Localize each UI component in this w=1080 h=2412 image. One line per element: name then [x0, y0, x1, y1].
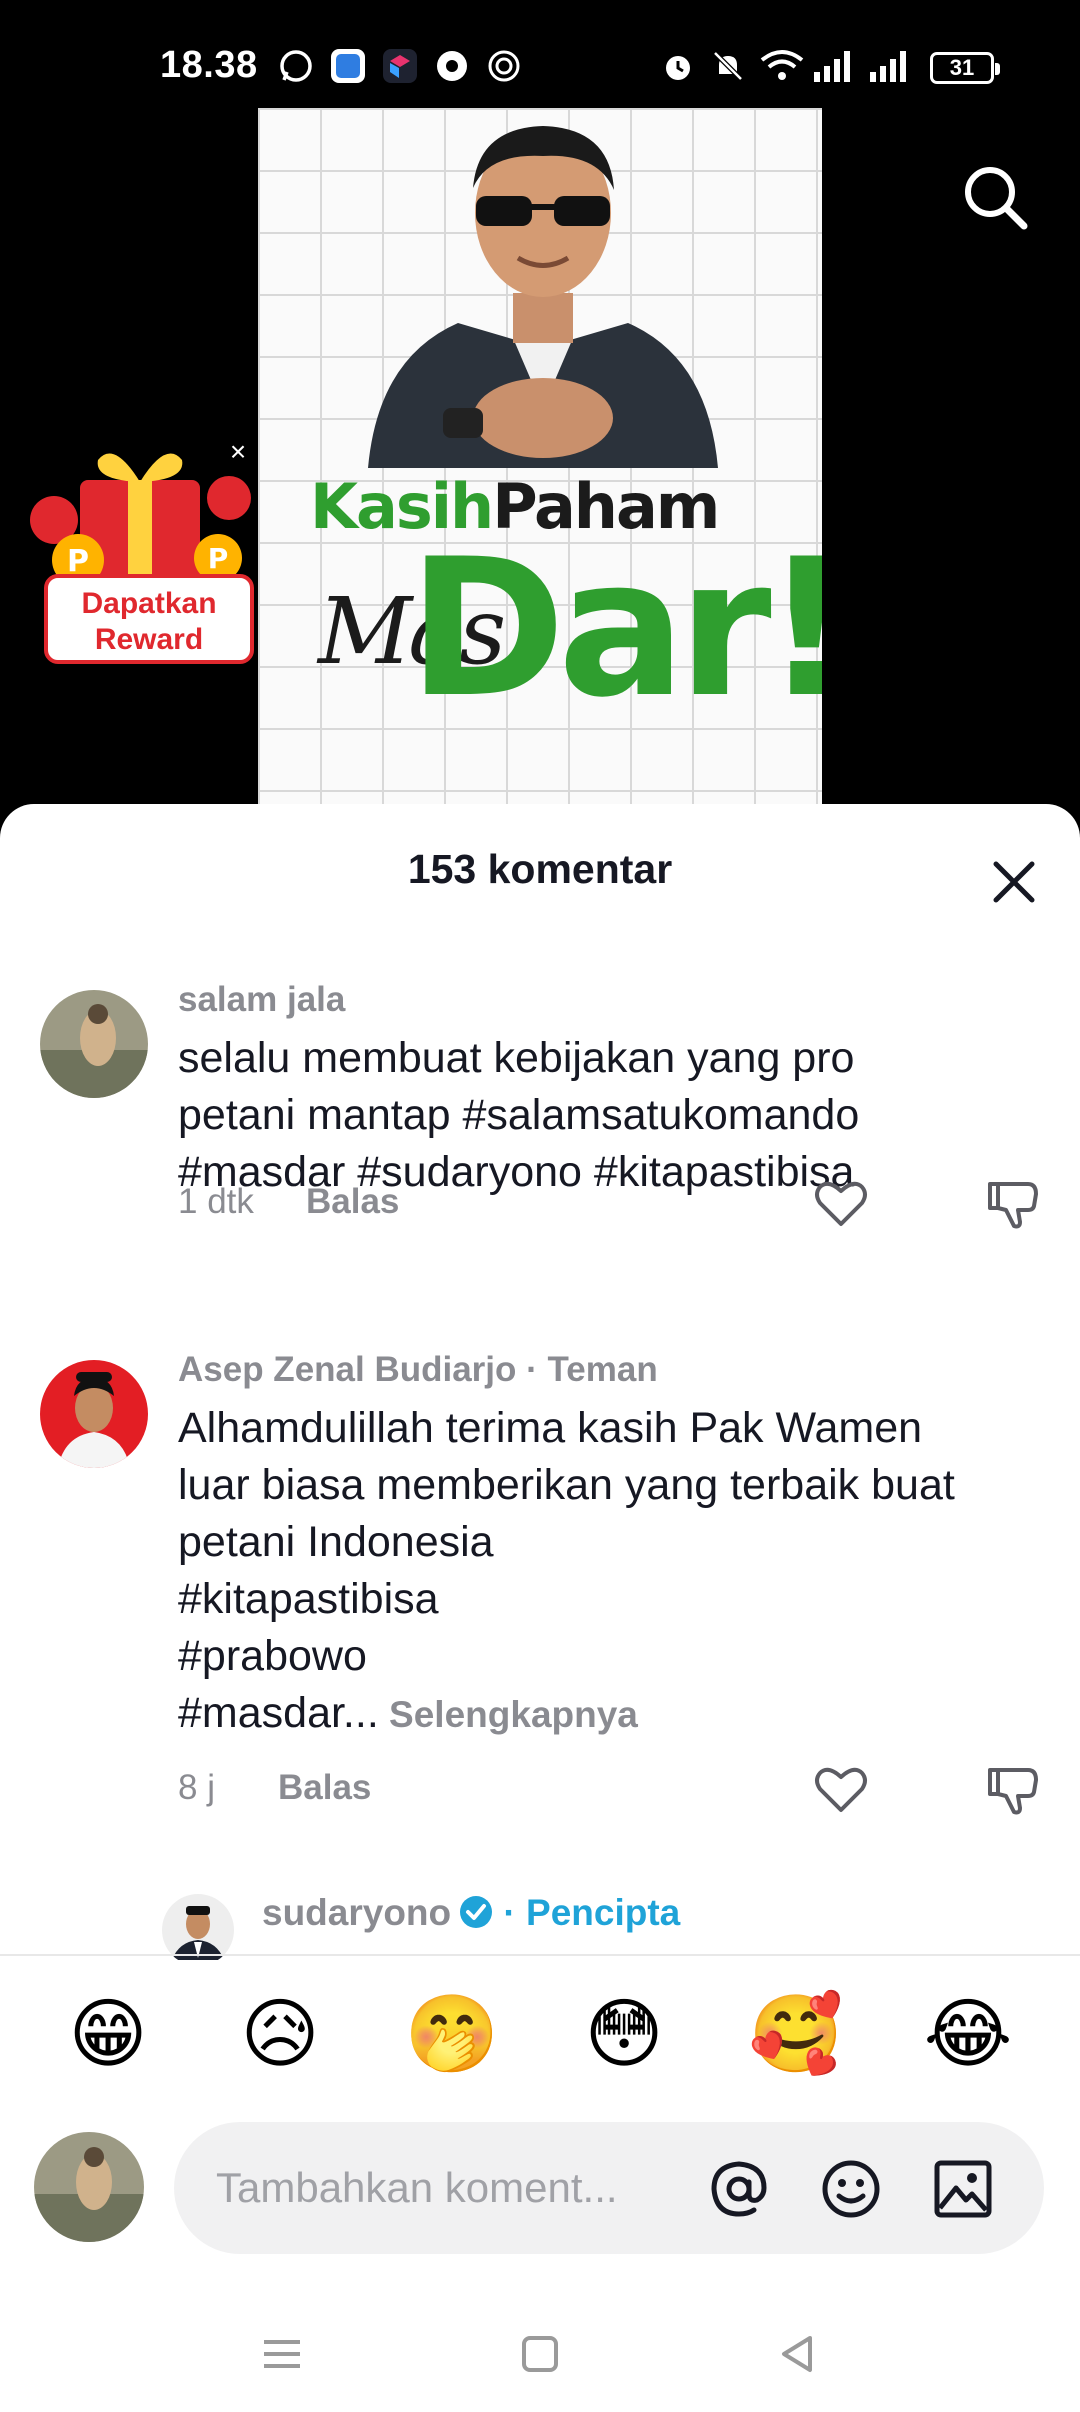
chrome-icon	[437, 51, 467, 81]
alarm-icon	[666, 56, 690, 80]
comment-text-body: Alhamdulillah terima kasih Pak Wamen lua…	[178, 1404, 955, 1737]
back-icon[interactable]	[768, 2324, 828, 2384]
reward-close-icon[interactable]: ×	[226, 438, 250, 466]
reward-label-line2: Reward	[94, 623, 204, 656]
friend-tag: · Teman	[516, 1350, 658, 1389]
video-background[interactable]: KasihPaham Mas Dar! P P × Dapatkan Rewar…	[0, 0, 1080, 820]
status-time: 18.38	[160, 44, 258, 86]
whatsapp-icon	[280, 50, 312, 82]
creator-tag: · Pencipta	[493, 1892, 681, 1933]
signal-icon-2	[870, 51, 906, 82]
emoji-picker-icon[interactable]	[820, 2158, 882, 2220]
menu-icon[interactable]	[252, 2324, 312, 2384]
emoji-sad-sweat[interactable]: 😥	[230, 1984, 330, 2084]
comment-text: selalu membuat kebijakan yang pro petani…	[178, 1034, 860, 1196]
reply-button[interactable]: Balas	[306, 1182, 399, 1222]
image-icon[interactable]	[932, 2158, 994, 2220]
divider	[0, 1954, 1080, 1956]
reply-button[interactable]: Balas	[278, 1768, 371, 1808]
comment-username[interactable]: salam jala	[178, 980, 345, 1020]
creator-username[interactable]: sudaryono · Pencipta	[262, 1892, 680, 1934]
reward-label-line1: Dapatkan	[81, 587, 217, 620]
creator-reply: sudaryono · Pencipta	[0, 1874, 1080, 1960]
comment-text: Alhamdulillah terima kasih Pak Wamen lua…	[178, 1400, 1038, 1743]
search-icon[interactable]	[960, 162, 1030, 232]
comment-input-placeholder[interactable]: Tambahkan koment...	[216, 2164, 618, 2212]
emoji-laugh-tears[interactable]: 😂	[918, 1984, 1018, 2084]
comments-count-title: 153 komentar	[407, 846, 673, 892]
emoji-grin[interactable]: 😁	[58, 1984, 158, 2084]
system-nav-bar	[0, 2304, 1080, 2412]
avatar-sudaryono[interactable]	[162, 1894, 234, 1960]
mute-icon	[713, 51, 743, 81]
verified-badge-icon	[460, 1896, 493, 1928]
person-photo	[368, 126, 718, 468]
dislike-icon[interactable]	[984, 1174, 1042, 1232]
dislike-icon[interactable]	[984, 1760, 1042, 1818]
emoji-quick-bar: 😁 😥 🤭 😳 🥰 😂	[0, 1984, 1080, 2094]
heart-icon[interactable]	[812, 1760, 870, 1818]
wifi-icon	[760, 50, 804, 80]
mention-icon[interactable]	[708, 2158, 770, 2220]
comment-username-text[interactable]: Asep Zenal Budiarjo	[178, 1350, 516, 1389]
see-more-link[interactable]: Selengkapnya	[379, 1694, 638, 1735]
avatar-salam-jala[interactable]	[40, 990, 148, 1098]
comments-sheet: 153 komentar salam jala selalu membuat k…	[0, 804, 1080, 2412]
comment-username[interactable]: Asep Zenal Budiarjo · Teman	[178, 1350, 658, 1390]
video-poster[interactable]: KasihPaham Mas Dar!	[258, 108, 822, 820]
creator-username-text[interactable]: sudaryono	[262, 1892, 451, 1933]
reward-label[interactable]: Dapatkan Reward	[44, 574, 254, 664]
notes-app-icon	[331, 49, 365, 83]
signal-icon-1	[814, 51, 850, 82]
heart-icon[interactable]	[812, 1174, 870, 1232]
emoji-flushed[interactable]: 😳	[574, 1984, 674, 2084]
my-avatar[interactable]	[34, 2132, 144, 2242]
comment-input[interactable]: Tambahkan koment...	[174, 2122, 1044, 2254]
close-icon[interactable]	[986, 854, 1042, 910]
poster-title-dar: Dar!	[408, 518, 822, 739]
comment-input-row: Tambahkan koment...	[0, 2122, 1080, 2262]
sync-icon	[488, 50, 520, 82]
status-bar: 18.38 31	[0, 0, 1080, 110]
app-cube-icon	[383, 49, 417, 83]
home-icon[interactable]	[510, 2324, 570, 2384]
svg-text:P: P	[208, 542, 229, 575]
avatar-asep[interactable]	[40, 1360, 148, 1468]
battery-icon: 31	[930, 52, 1000, 84]
emoji-hearts[interactable]: 🥰	[746, 1984, 846, 2084]
comment-time: 8 j	[178, 1768, 215, 1807]
emoji-hand-over-mouth[interactable]: 🤭	[402, 1984, 502, 2084]
comment-time: 1 dtk	[178, 1182, 254, 1221]
